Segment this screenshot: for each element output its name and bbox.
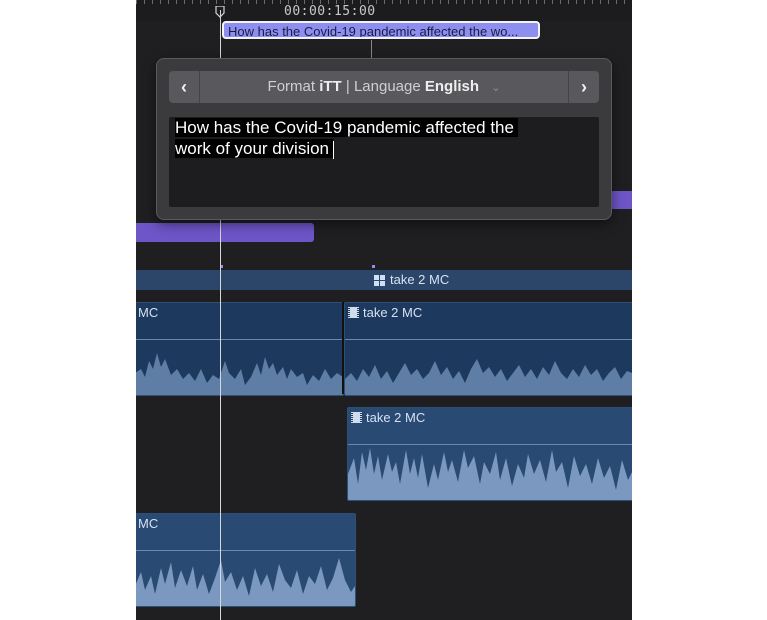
multicam-grid-icon [374,274,385,286]
caption-connector [371,40,372,58]
film-icon [351,412,362,423]
audio-waveform [136,353,343,395]
marker-dot [372,265,375,268]
caption-lane-clip[interactable] [610,191,632,209]
language-value: English [424,78,480,95]
caption-text-field[interactable]: How has the Covid-19 pandemic affected t… [169,117,599,207]
film-icon [348,307,359,318]
caption-lane-clip[interactable] [136,223,314,242]
title-separator: | [345,78,350,95]
previous-caption-button[interactable]: ‹ [169,71,200,103]
format-label: Format [267,78,316,95]
playhead-handle-icon[interactable] [215,6,225,18]
format-language-selector[interactable]: Format iTT | Language English ⌄ [199,71,569,103]
audio-waveform [348,448,632,500]
caption-editor-popover: ‹ Format iTT | Language English ⌄ › How … [156,58,612,220]
next-caption-button[interactable]: › [568,71,599,103]
clip-label: MC [138,516,159,531]
caption-nav-bar: ‹ Format iTT | Language English ⌄ › [169,71,599,103]
storyline-label: take 2 MC [390,272,450,287]
ruler-timecode: 00:00:15:00 [284,4,376,19]
chevron-right-icon: › [581,77,587,97]
audio-waveform [136,558,355,606]
chevron-down-icon: ⌄ [491,82,501,94]
clip-label: take 2 MC [366,410,426,425]
language-label: Language [353,78,421,95]
audio-clip[interactable]: MC [136,513,356,607]
text-cursor [333,140,335,159]
multicam-storyline[interactable]: take 2 MC [136,270,632,290]
audio-clip[interactable]: MC [136,302,344,396]
caption-text-line-1: How has the Covid-19 pandemic affected t… [175,118,518,137]
caption-text-line-2: work of your division [175,139,334,158]
audio-clip[interactable]: take 2 MC [347,407,632,501]
clip-label: MC [138,305,159,320]
chevron-left-icon: ‹ [181,77,187,97]
audio-clip[interactable]: take 2 MC [344,302,632,396]
timeline[interactable]: 00:00:15:00 How has the Covid-19 pandemi… [136,0,632,620]
caption-clip[interactable]: How has the Covid-19 pandemic affected t… [222,21,540,39]
timeline-ruler[interactable]: 00:00:15:00 [136,0,632,22]
clip-label: take 2 MC [363,305,423,320]
audio-waveform [345,359,632,395]
format-value: iTT [319,78,342,95]
